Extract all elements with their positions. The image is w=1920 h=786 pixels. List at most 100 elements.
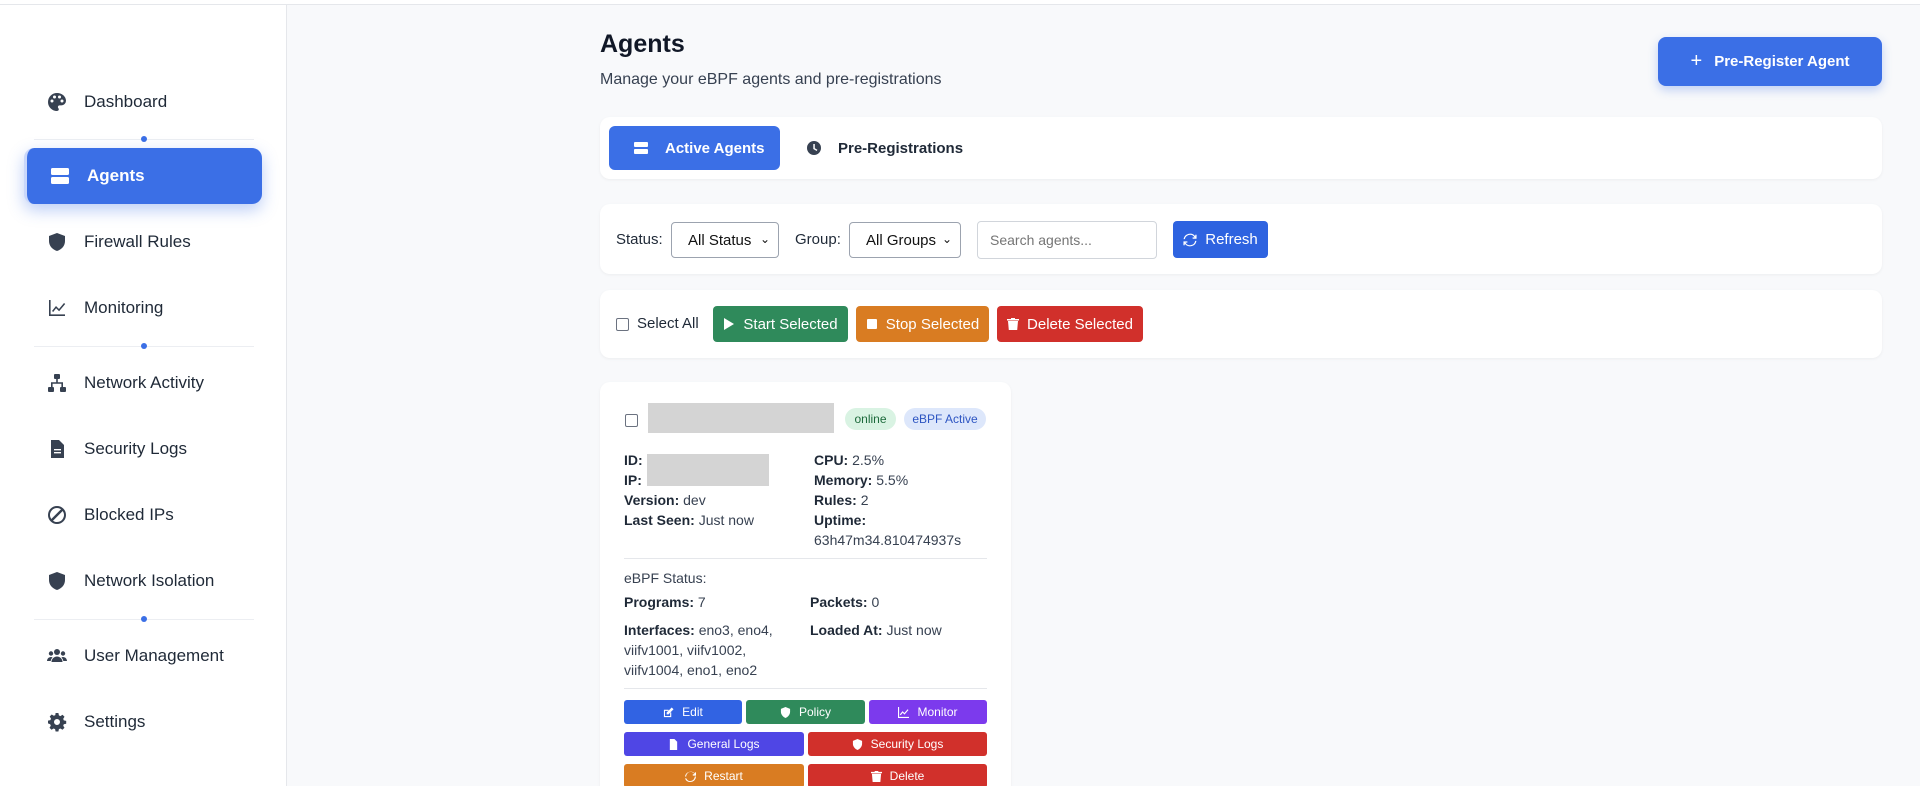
play-icon — [724, 318, 735, 330]
sidebar-item-dashboard[interactable]: Dashboard — [24, 74, 262, 130]
filter-bar: Status: All Status ⌄ Group: All Groups ⌄… — [600, 204, 1882, 274]
network-icon — [46, 372, 68, 394]
pre-register-agent-button[interactable]: + Pre-Register Agent — [1658, 37, 1882, 86]
card-divider — [624, 688, 987, 689]
stop-selected-button[interactable]: Stop Selected — [856, 306, 989, 342]
shield-icon — [46, 570, 68, 592]
top-border — [0, 0, 1920, 5]
delete-selected-button[interactable]: Delete Selected — [997, 306, 1143, 342]
agent-name-redacted — [648, 403, 834, 433]
sidebar-item-agents[interactable]: Agents — [24, 148, 262, 204]
security-logs-label: Security Logs — [870, 737, 944, 751]
edit-icon — [664, 706, 674, 717]
policy-label: Policy — [798, 705, 831, 719]
chevron-down-icon: ⌄ — [759, 232, 770, 246]
file-icon — [46, 438, 68, 460]
ebpf-status-label: eBPF Status: — [624, 570, 707, 586]
sidebar-item-settings[interactable]: Settings — [24, 694, 262, 750]
shield-icon — [852, 738, 862, 750]
restart-button[interactable]: Restart — [624, 764, 804, 786]
sidebar-item-label: Security Logs — [84, 439, 187, 458]
shield-icon — [780, 706, 791, 718]
agent-card: online eBPF Active ID: IP: Version: dev … — [600, 382, 1011, 786]
tab-pre-registrations[interactable]: Pre-Registrations — [806, 126, 976, 170]
file-icon — [670, 738, 678, 750]
sidebar: Dashboard Agents Firewall Rules Monitori… — [0, 0, 287, 786]
tab-label: Active Agents — [665, 139, 765, 157]
group-select-value: All Groups — [866, 231, 937, 249]
page-title: Agents — [600, 30, 685, 58]
agent-uptime-value: 63h47m34.810474937s — [814, 532, 962, 548]
chevron-down-icon: ⌄ — [941, 232, 952, 246]
sidebar-item-network-isolation[interactable]: Network Isolation — [24, 553, 262, 609]
sidebar-item-user-management[interactable]: User Management — [24, 628, 262, 684]
ebpf-badge: eBPF Active — [904, 408, 986, 430]
delete-label: Delete — [889, 769, 925, 783]
sidebar-item-label: Network Isolation — [84, 571, 215, 590]
tab-active-agents[interactable]: Active Agents — [609, 126, 780, 170]
refresh-button[interactable]: Refresh — [1173, 221, 1268, 258]
sidebar-item-network-activity[interactable]: Network Activity — [24, 355, 262, 411]
status-badge: online — [845, 408, 896, 430]
refresh-icon — [1183, 233, 1197, 246]
delete-selected-label: Delete Selected — [1027, 315, 1133, 333]
tab-label: Pre-Registrations — [838, 139, 964, 157]
sidebar-item-blocked-ips[interactable]: Blocked IPs — [24, 487, 262, 543]
start-selected-button[interactable]: Start Selected — [713, 306, 848, 342]
page-subtitle: Manage your eBPF agents and pre-registra… — [600, 71, 942, 88]
ebpf-interfaces-line-2: viifv1001, viifv1002, — [624, 642, 747, 658]
sidebar-item-label: User Management — [84, 646, 224, 665]
ebpf-interfaces-line-3: viifv1004, eno1, eno2 — [624, 662, 758, 678]
sidebar-item-label: Agents — [87, 166, 145, 185]
agent-memory-row: Memory: 5.5% — [814, 472, 909, 488]
agent-uptime-label: Uptime: — [814, 512, 867, 528]
monitor-label: Monitor — [917, 705, 958, 719]
status-select-value: All Status — [688, 231, 752, 249]
restart-label: Restart — [704, 769, 743, 783]
monitor-button[interactable]: Monitor — [869, 700, 987, 724]
ebpf-packets-row: Packets: 0 — [810, 594, 880, 610]
refresh-label: Refresh — [1205, 231, 1258, 248]
server-icon — [634, 142, 648, 154]
agent-cpu-row: CPU: 2.5% — [814, 452, 885, 468]
policy-button[interactable]: Policy — [746, 700, 865, 724]
sidebar-item-firewall-rules[interactable]: Firewall Rules — [24, 214, 262, 270]
group-filter-label: Group: — [795, 231, 841, 248]
agent-id-row: ID: — [624, 452, 643, 468]
edit-label: Edit — [682, 705, 703, 719]
ebpf-programs-row: Programs: 7 — [624, 594, 706, 610]
sidebar-item-label: Dashboard — [84, 92, 168, 111]
chart-line-icon — [898, 706, 910, 718]
select-all-checkbox[interactable] — [616, 318, 629, 331]
status-select[interactable]: All Status ⌄ — [671, 222, 779, 258]
bulk-actions-bar: Select All Start Selected Stop Selected … — [600, 290, 1882, 358]
restart-icon — [685, 771, 697, 782]
server-icon — [49, 165, 71, 187]
trash-icon — [870, 770, 882, 782]
search-input[interactable] — [977, 221, 1157, 259]
delete-agent-button[interactable]: Delete — [808, 764, 987, 786]
ebpf-interfaces-row: Interfaces: eno3, eno4, — [624, 622, 773, 638]
palette-icon — [46, 91, 68, 113]
tab-bar: Active Agents Pre-Registrations — [600, 117, 1882, 179]
agent-ip-row: IP: — [624, 472, 642, 488]
security-logs-button[interactable]: Security Logs — [808, 732, 987, 756]
plus-icon: + — [1690, 50, 1703, 72]
general-logs-button[interactable]: General Logs — [624, 732, 804, 756]
agent-select-checkbox[interactable] — [625, 414, 638, 427]
start-selected-label: Start Selected — [743, 315, 838, 333]
pre-register-agent-label: Pre-Register Agent — [1714, 53, 1850, 70]
select-all-label: Select All — [637, 315, 699, 332]
group-select[interactable]: All Groups ⌄ — [849, 222, 961, 258]
general-logs-label: General Logs — [687, 737, 760, 751]
nav-divider-dot — [141, 616, 147, 622]
stop-icon — [866, 319, 877, 329]
sidebar-item-security-logs[interactable]: Security Logs — [24, 421, 262, 477]
agent-rules-row: Rules: 2 — [814, 492, 869, 508]
stop-selected-label: Stop Selected — [885, 315, 980, 333]
sidebar-item-monitoring[interactable]: Monitoring — [24, 280, 262, 336]
shield-icon — [46, 231, 68, 253]
sidebar-item-label: Network Activity — [84, 373, 204, 392]
edit-button[interactable]: Edit — [624, 700, 742, 724]
clock-icon — [807, 141, 821, 155]
